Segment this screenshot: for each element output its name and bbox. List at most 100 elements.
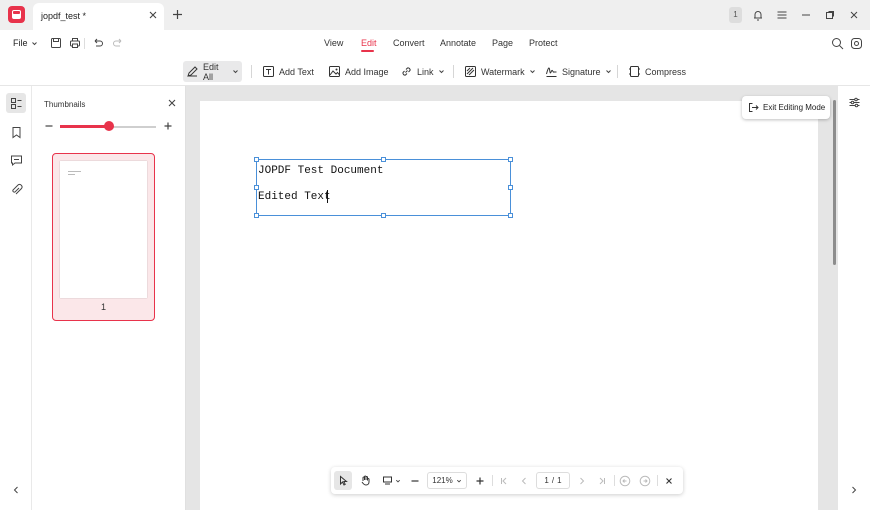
divider: [453, 65, 454, 78]
compress-button[interactable]: Compress: [625, 61, 689, 82]
divider: [657, 475, 658, 486]
edit-all-label: Edit All: [203, 61, 219, 82]
zoom-out-button[interactable]: [408, 473, 422, 488]
exit-editing-mode-button[interactable]: Exit Editing Mode: [742, 96, 830, 119]
display-mode-dropdown[interactable]: [379, 473, 403, 488]
edit-all-button[interactable]: Edit All: [183, 61, 242, 82]
back-view-icon[interactable]: [618, 473, 632, 488]
print-icon[interactable]: [69, 37, 81, 49]
divider: [84, 38, 85, 49]
tab-view[interactable]: View: [324, 38, 343, 48]
collapse-left-icon[interactable]: [6, 480, 26, 500]
resize-handle[interactable]: [254, 213, 259, 218]
next-page-icon[interactable]: [575, 473, 589, 488]
add-text-button[interactable]: Add Text: [259, 61, 317, 82]
file-menu[interactable]: File: [13, 38, 38, 48]
notification-badge[interactable]: 1: [729, 7, 742, 23]
menu-icon[interactable]: [775, 8, 789, 22]
close-icon[interactable]: [166, 97, 178, 109]
watermark-label: Watermark: [481, 66, 525, 77]
thumbnail-zoom-handle[interactable]: [104, 121, 114, 131]
resize-handle[interactable]: [508, 185, 513, 190]
title-bar: jopdf_test * 1: [0, 0, 870, 30]
resize-handle[interactable]: [254, 157, 259, 162]
exit-editing-label: Exit Editing Mode: [763, 103, 826, 112]
compress-label: Compress: [645, 66, 687, 77]
watermark-button[interactable]: Watermark: [461, 61, 539, 82]
resize-handle[interactable]: [381, 157, 386, 162]
document-tab[interactable]: jopdf_test *: [33, 3, 164, 30]
resize-handle[interactable]: [508, 213, 513, 218]
tab-edit[interactable]: Edit: [361, 38, 377, 48]
vertical-scrollbar[interactable]: [833, 100, 836, 265]
comment-icon[interactable]: [6, 150, 26, 170]
thumbnail-page-number: 1: [100, 302, 106, 312]
divider: [492, 475, 493, 486]
document-edited-text[interactable]: Edited Text: [258, 191, 331, 203]
thumbnails-panel: Thumbnails 1: [32, 86, 186, 510]
close-window-icon[interactable]: [847, 8, 861, 22]
document-title-text[interactable]: JOPDF Test Document: [258, 165, 383, 177]
document-tab-title: jopdf_test *: [41, 11, 87, 21]
page-number-input[interactable]: 1 / 1: [536, 472, 570, 489]
signature-button[interactable]: Signature: [542, 61, 615, 82]
properties-sliders-icon[interactable]: [848, 96, 861, 109]
last-page-icon[interactable]: [595, 473, 609, 488]
zoom-level-value: 121%: [432, 476, 453, 485]
restore-icon[interactable]: [823, 8, 837, 22]
close-icon[interactable]: [662, 473, 676, 488]
tab-protect[interactable]: Protect: [529, 38, 558, 48]
chevron-down-icon: [31, 40, 38, 47]
previous-page-icon[interactable]: [517, 473, 531, 488]
redo-icon[interactable]: [112, 37, 124, 49]
zoom-in-icon[interactable]: [163, 121, 173, 131]
watermark-icon: [464, 65, 477, 78]
divider: [617, 65, 618, 78]
edit-toolbar: Edit All Add Text Add Image Link Waterma…: [0, 57, 870, 86]
attachment-icon[interactable]: [6, 179, 26, 199]
settings-icon[interactable]: [850, 37, 863, 50]
first-page-icon[interactable]: [497, 473, 511, 488]
new-tab-icon[interactable]: [171, 8, 184, 21]
chevron-down-icon: [605, 68, 612, 75]
bell-icon[interactable]: [751, 8, 765, 22]
tab-convert[interactable]: Convert: [393, 38, 425, 48]
right-sidebar-rail: [838, 86, 870, 510]
resize-handle[interactable]: [381, 213, 386, 218]
zoom-out-icon[interactable]: [44, 121, 54, 131]
hand-tool-icon[interactable]: [357, 473, 373, 488]
chevron-down-icon: [395, 478, 401, 484]
thumbnail-text-line: [68, 171, 81, 172]
thumbnails-panel-icon[interactable]: [6, 93, 26, 113]
expand-right-icon[interactable]: [849, 485, 859, 495]
add-image-button[interactable]: Add Image: [325, 61, 392, 82]
document-viewport[interactable]: [186, 86, 838, 510]
text-box-icon: [262, 65, 275, 78]
add-image-label: Add Image: [345, 66, 389, 77]
undo-icon[interactable]: [92, 37, 104, 49]
link-icon: [400, 65, 413, 78]
chevron-down-icon: [456, 478, 462, 484]
page-thumbnail[interactable]: 1: [52, 153, 155, 321]
save-icon[interactable]: [50, 37, 62, 49]
zoom-level-select[interactable]: 121%: [427, 472, 467, 489]
zoom-in-button[interactable]: [473, 473, 487, 488]
active-tab-indicator: [361, 50, 374, 52]
view-controls-bar: 121% 1 / 1: [331, 467, 683, 494]
text-caret: [327, 190, 328, 203]
minimize-icon[interactable]: [799, 8, 813, 22]
thumbnail-text-line: [68, 174, 75, 175]
thumbnails-title: Thumbnails: [44, 100, 86, 109]
select-tool-icon[interactable]: [334, 471, 352, 490]
tab-annotate[interactable]: Annotate: [440, 38, 476, 48]
search-icon[interactable]: [831, 37, 844, 50]
resize-handle[interactable]: [254, 185, 259, 190]
close-icon[interactable]: [147, 9, 159, 21]
resize-handle[interactable]: [508, 157, 513, 162]
bookmark-icon[interactable]: [6, 122, 26, 142]
forward-view-icon[interactable]: [638, 473, 652, 488]
link-button[interactable]: Link: [397, 61, 448, 82]
signature-icon: [545, 65, 558, 78]
tab-page[interactable]: Page: [492, 38, 513, 48]
thumbnail-zoom-fill: [60, 125, 109, 128]
